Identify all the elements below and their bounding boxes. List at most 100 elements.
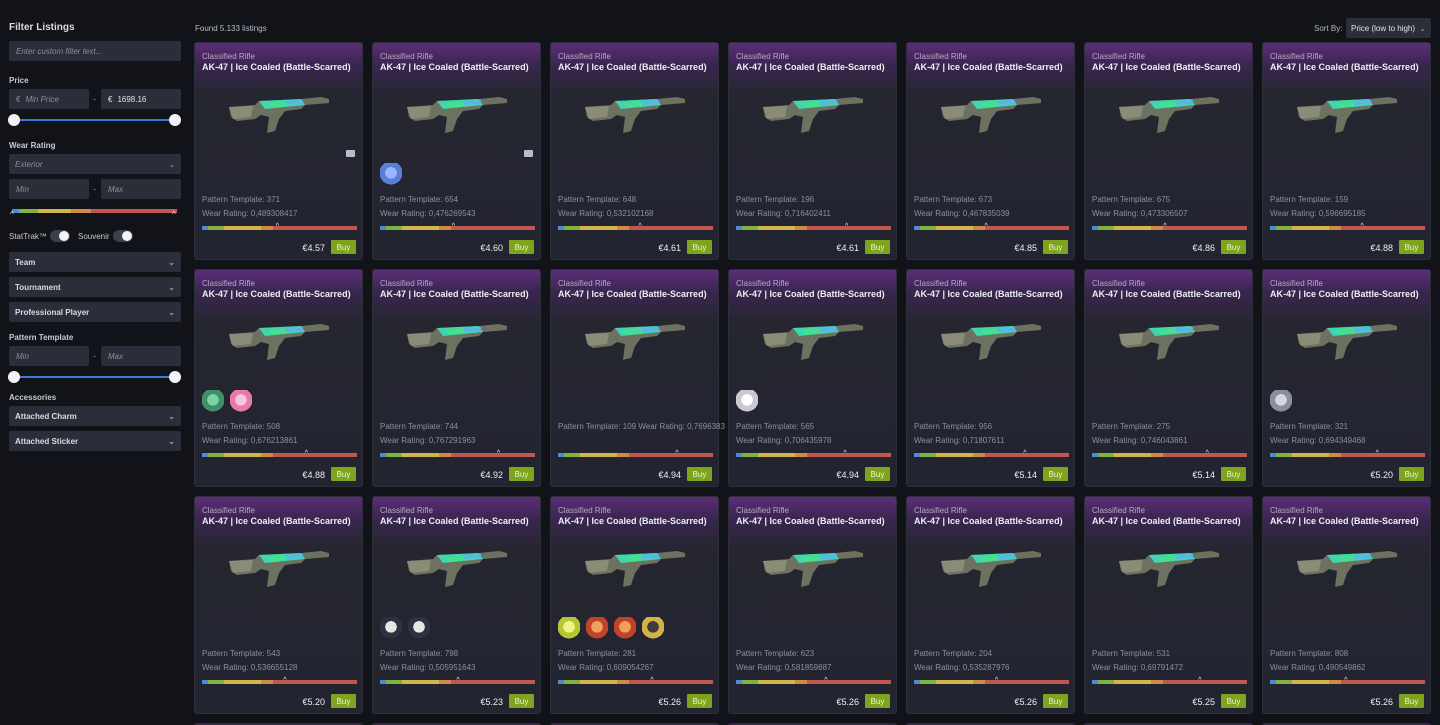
pattern-template: Pattern Template: 798 — [380, 649, 459, 658]
rarity-label: Classified Rifle — [1270, 52, 1323, 61]
listing-card[interactable]: Classified Rifle AK-47 | Ice Coaled (Batt… — [1262, 269, 1431, 487]
nametag-icon — [346, 150, 355, 157]
item-name: AK-47 | Ice Coaled (Battle-Scarred) — [558, 289, 707, 299]
buy-button[interactable]: Buy — [687, 467, 712, 481]
min-price-input[interactable]: € Min Price — [9, 89, 89, 109]
price-slider-max-handle[interactable] — [169, 114, 181, 126]
buy-button[interactable]: Buy — [509, 240, 534, 254]
wear-bar — [1092, 453, 1247, 457]
buy-button[interactable]: Buy — [687, 694, 712, 708]
buy-button[interactable]: Buy — [1221, 694, 1246, 708]
listing-card[interactable]: Classified Rifle AK-47 | Ice Coaled (Batt… — [1084, 42, 1253, 260]
rarity-label: Classified Rifle — [1092, 506, 1145, 515]
max-price-input[interactable]: € 1698.16 — [101, 89, 181, 109]
listing-card[interactable]: Classified Rifle AK-47 | Ice Coaled (Batt… — [194, 496, 363, 714]
wear-pointer: ^ — [1360, 223, 1364, 230]
pattern-min-input[interactable]: Min — [9, 346, 89, 366]
listing-card[interactable]: Classified Rifle AK-47 | Ice Coaled (Batt… — [372, 496, 541, 714]
buy-button[interactable]: Buy — [1399, 240, 1424, 254]
buy-button[interactable]: Buy — [331, 240, 356, 254]
wear-max-caret[interactable]: ^ — [172, 210, 176, 219]
price: €4.88 — [302, 470, 325, 480]
listing-card[interactable]: Classified Rifle AK-47 | Ice Coaled (Batt… — [1084, 269, 1253, 487]
listing-card[interactable]: Classified Rifle AK-47 | Ice Coaled (Batt… — [194, 269, 363, 487]
listing-card[interactable]: Classified Rifle AK-47 | Ice Coaled (Batt… — [550, 496, 719, 714]
buy-button[interactable]: Buy — [1043, 467, 1068, 481]
buy-button[interactable]: Buy — [1399, 467, 1424, 481]
buy-button[interactable]: Buy — [687, 240, 712, 254]
souvenir-toggle[interactable] — [113, 230, 133, 242]
listing-card[interactable]: Classified Rifle AK-47 | Ice Coaled (Batt… — [1262, 496, 1431, 714]
wear-range-bar[interactable] — [12, 209, 177, 213]
buy-button[interactable]: Buy — [331, 694, 356, 708]
wear-pointer: ^ — [496, 450, 501, 457]
price-slider-min-handle[interactable] — [8, 114, 20, 126]
pattern-dash: - — [93, 351, 96, 361]
pro-player-select[interactable]: Professional Player ⌄ — [9, 302, 181, 322]
pattern-max-input[interactable]: Max — [101, 346, 181, 366]
rarity-label: Classified Rifle — [202, 279, 255, 288]
attached-charm-select[interactable]: Attached Charm ⌄ — [9, 406, 181, 426]
tournament-select[interactable]: Tournament ⌄ — [9, 277, 181, 297]
rarity-label: Classified Rifle — [558, 52, 611, 61]
buy-button[interactable]: Buy — [509, 467, 534, 481]
listing-card[interactable]: Classified Rifle AK-47 | Ice Coaled (Batt… — [728, 496, 897, 714]
pattern-slider-max-handle[interactable] — [169, 371, 181, 383]
buy-button[interactable]: Buy — [1221, 467, 1246, 481]
item-name: AK-47 | Ice Coaled (Battle-Scarred) — [914, 516, 1063, 526]
sticker-icon — [614, 617, 636, 639]
wear-pointer: ^ — [456, 677, 460, 684]
wear-max-input[interactable]: Max — [101, 179, 181, 199]
listing-card[interactable]: Classified Rifle AK-47 | Ice Coaled (Batt… — [550, 42, 719, 260]
pattern-slider-min-handle[interactable] — [8, 371, 20, 383]
item-name: AK-47 | Ice Coaled (Battle-Scarred) — [736, 289, 885, 299]
wear-bar — [914, 226, 1069, 230]
custom-filter-input[interactable]: Enter custom filter text... — [9, 41, 181, 61]
buy-button[interactable]: Buy — [1043, 240, 1068, 254]
buy-button[interactable]: Buy — [865, 694, 890, 708]
buy-button[interactable]: Buy — [509, 694, 534, 708]
price-dash: - — [93, 94, 96, 104]
wear-min-caret[interactable]: ^ — [10, 210, 14, 219]
listing-card[interactable]: Classified Rifle AK-47 | Ice Coaled (Batt… — [728, 42, 897, 260]
buy-button[interactable]: Buy — [865, 240, 890, 254]
buy-button[interactable]: Buy — [331, 467, 356, 481]
listing-card[interactable]: Classified Rifle AK-47 | Ice Coaled (Batt… — [550, 269, 725, 487]
listing-card[interactable]: Classified Rifle AK-47 | Ice Coaled (Batt… — [1262, 42, 1431, 260]
rarity-label: Classified Rifle — [380, 279, 433, 288]
wear-bar — [558, 680, 713, 684]
pattern-template: Pattern Template: 673 — [914, 195, 993, 204]
wear-rating: Wear Rating: 0,69791472 — [1092, 663, 1184, 672]
pattern-slider-track[interactable] — [14, 376, 175, 378]
attached-sticker-select[interactable]: Attached Sticker ⌄ — [9, 431, 181, 451]
buy-button[interactable]: Buy — [1399, 694, 1424, 708]
wear-rating: Wear Rating: 0,694349468 — [1270, 436, 1366, 445]
rarity-label: Classified Rifle — [202, 506, 255, 515]
wear-pointer: ^ — [304, 450, 309, 457]
pattern-template: Pattern Template: 321 — [1270, 422, 1349, 431]
listing-card[interactable]: Classified Rifle AK-47 | Ice Coaled (Batt… — [372, 269, 541, 487]
buy-button[interactable]: Buy — [1221, 240, 1246, 254]
ak47-image — [585, 97, 685, 133]
item-name: AK-47 | Ice Coaled (Battle-Scarred) — [914, 62, 1063, 72]
listing-card[interactable]: Classified Rifle AK-47 | Ice Coaled (Batt… — [372, 42, 541, 260]
team-select[interactable]: Team ⌄ — [9, 252, 181, 272]
price: €5.23 — [480, 697, 503, 707]
wear-rating-label: Wear Rating — [9, 141, 56, 150]
wear-bar — [380, 226, 535, 230]
listing-card[interactable]: Classified Rifle AK-47 | Ice Coaled (Batt… — [728, 269, 897, 487]
listing-card[interactable]: Classified Rifle AK-47 | Ice Coaled (Batt… — [194, 42, 363, 260]
sticker-icon — [1270, 390, 1292, 412]
wear-bar — [1270, 680, 1425, 684]
listing-card[interactable]: Classified Rifle AK-47 | Ice Coaled (Batt… — [906, 42, 1075, 260]
price-slider-track[interactable] — [14, 119, 175, 121]
sort-select[interactable]: Price (low to high) ⌄ — [1346, 18, 1431, 38]
buy-button[interactable]: Buy — [1043, 694, 1068, 708]
wear-min-input[interactable]: Min — [9, 179, 89, 199]
listing-card[interactable]: Classified Rifle AK-47 | Ice Coaled (Batt… — [906, 269, 1075, 487]
listing-card[interactable]: Classified Rifle AK-47 | Ice Coaled (Batt… — [1084, 496, 1253, 714]
listing-card[interactable]: Classified Rifle AK-47 | Ice Coaled (Batt… — [906, 496, 1075, 714]
buy-button[interactable]: Buy — [865, 467, 890, 481]
exterior-select[interactable]: Exterior ⌄ — [9, 154, 181, 174]
stattrak-toggle[interactable] — [50, 230, 70, 242]
